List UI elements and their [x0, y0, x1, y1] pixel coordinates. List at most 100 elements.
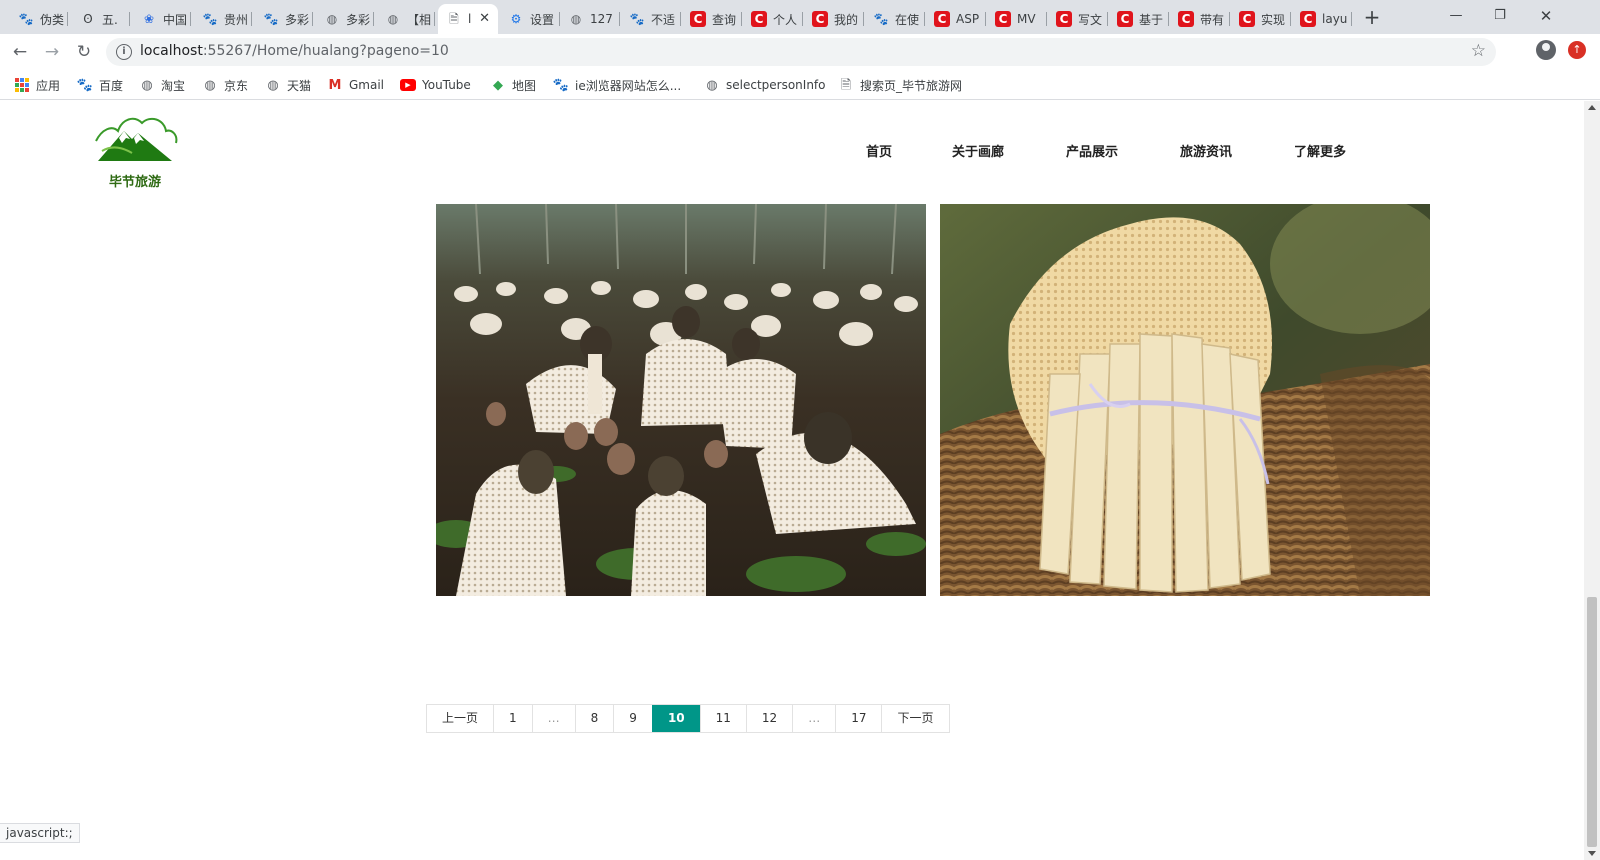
bookmark-item[interactable]: ◍ selectpersonInfo: [704, 76, 825, 94]
csdn-icon: C: [812, 11, 828, 27]
nav-about-gallery[interactable]: 关于画廊: [952, 141, 1004, 160]
browser-tab[interactable]: C layu: [1292, 4, 1352, 34]
restore-icon[interactable]: ❐: [1480, 4, 1520, 28]
bookmark-item[interactable]: ◆ 地图: [490, 76, 536, 94]
browser-tab[interactable]: C 我的: [804, 4, 864, 34]
browser-tab[interactable]: ⚙ 设置: [500, 4, 560, 34]
browser-tab[interactable]: 🐾 在使: [865, 4, 925, 34]
scrollbar-thumb[interactable]: [1587, 597, 1597, 847]
nav-travel-news[interactable]: 旅游资讯: [1180, 141, 1232, 160]
tab-title: 127: [590, 12, 613, 26]
browser-tab[interactable]: ◍ 多彩: [316, 4, 374, 34]
pagination-page-11[interactable]: 11: [699, 705, 746, 732]
globe-icon: ◍: [267, 77, 279, 93]
bookmark-label: 天猫: [287, 78, 312, 93]
browser-tab[interactable]: 🐾 伪类: [10, 4, 68, 34]
close-tab-icon[interactable]: ✕: [479, 11, 490, 26]
tab-title: l: [468, 12, 472, 26]
pagination-page-1[interactable]: 1: [493, 705, 532, 732]
update-arrow-icon[interactable]: ↑: [1568, 41, 1586, 59]
browser-tab[interactable]: C ASP: [926, 4, 986, 34]
tab-title: 多彩: [285, 12, 310, 27]
paw-icon: 🐾: [263, 12, 279, 26]
csdn-icon: C: [751, 11, 767, 27]
pagination-page-12[interactable]: 12: [745, 705, 792, 732]
browser-tab[interactable]: C 带有: [1170, 4, 1230, 34]
browser-tab[interactable]: C 写文: [1048, 4, 1108, 34]
bookmark-item[interactable]: M Gmail: [327, 76, 384, 94]
scroll-up-arrow-icon[interactable]: [1588, 105, 1596, 110]
tab-title: 在使: [895, 12, 920, 27]
bookmark-label: 淘宝: [161, 78, 186, 93]
nav-learn-more[interactable]: 了解更多: [1294, 141, 1346, 160]
browser-tab-active[interactable]: 🗎 l ✕: [438, 4, 498, 34]
site-logo[interactable]: 毕节旅游: [92, 111, 178, 191]
bookmark-item[interactable]: 应用: [14, 76, 60, 94]
bookmark-label: 搜索页_毕节旅游网: [860, 78, 963, 93]
csdn-icon: C: [1239, 11, 1255, 27]
paw-icon: 🐾: [18, 12, 34, 26]
browser-tab[interactable]: 🐾 贵州: [194, 4, 252, 34]
browser-tab[interactable]: C 基于: [1109, 4, 1169, 34]
bookmark-item[interactable]: ▶ YouTube: [400, 76, 471, 94]
bookmark-label: 京东: [224, 78, 249, 93]
browser-tab[interactable]: 🐾 不适: [621, 4, 681, 34]
bookmark-item[interactable]: ◍ 京东: [202, 76, 248, 94]
browser-toolbar: ← → ↻ i localhost:55267/Home/hualang?pag…: [0, 34, 1600, 70]
bookmark-item[interactable]: 🗎 搜索页_毕节旅游网: [838, 76, 962, 94]
browser-tab[interactable]: C 查询: [682, 4, 742, 34]
new-tab-plus-icon[interactable]: +: [1362, 6, 1382, 28]
forward-arrow-icon[interactable]: →: [40, 40, 64, 64]
paw-icon: 🐾: [202, 12, 218, 26]
nav-home[interactable]: 首页: [866, 141, 892, 160]
browser-tab[interactable]: 🐾 多彩: [255, 4, 313, 34]
bookmark-item[interactable]: 🐾 ie浏览器网站怎么...: [553, 76, 681, 94]
bookmark-item[interactable]: ◍ 天猫: [265, 76, 311, 94]
pagination-page-9[interactable]: 9: [613, 705, 652, 732]
pagination-page-17[interactable]: 17: [835, 705, 881, 732]
reload-icon[interactable]: ↻: [72, 40, 96, 64]
address-bar[interactable]: i localhost:55267/Home/hualang?pageno=10…: [106, 38, 1496, 66]
back-arrow-icon[interactable]: ←: [8, 40, 32, 64]
bamboo-fungus-basket-image: [940, 204, 1430, 596]
mountain-logo-icon: [95, 117, 178, 161]
tab-title: MV: [1017, 12, 1036, 26]
nav-products[interactable]: 产品展示: [1066, 141, 1118, 160]
scroll-down-arrow-icon[interactable]: [1588, 851, 1596, 856]
globe-icon: ◍: [141, 77, 153, 93]
bookmark-label: 百度: [99, 78, 124, 93]
tab-title: 伪类: [40, 12, 65, 27]
logo-text: 毕节旅游: [108, 175, 161, 190]
tab-strip: 🐾 伪类 ʘ 五. ❀ 中国 🐾 贵州 🐾 多彩 ◍ 多彩 ◍ 【相 🗎 l ✕…: [0, 0, 1600, 34]
browser-tab[interactable]: ◍ 127: [560, 4, 620, 34]
browser-tab[interactable]: C 实现: [1231, 4, 1291, 34]
pagination: 上一页 1 … 8 9 10 11 12 … 17 下一页: [426, 704, 950, 733]
url-text[interactable]: localhost:55267/Home/hualang?pageno=10: [140, 43, 449, 59]
page-viewport: 毕节旅游 首页 关于画廊 产品展示 旅游资讯 了解更多 上一页 1 … 8 9 …: [0, 101, 1584, 860]
bookmark-item[interactable]: ◍ 淘宝: [139, 76, 185, 94]
browser-tab[interactable]: C 个人: [743, 4, 803, 34]
csdn-icon: C: [690, 11, 706, 27]
minimize-icon[interactable]: —: [1436, 4, 1476, 28]
bookmark-star-icon[interactable]: ☆: [1471, 41, 1486, 61]
close-window-icon[interactable]: ✕: [1526, 4, 1566, 28]
bamboo-fungus-field-photo[interactable]: [436, 204, 926, 596]
site-info-icon[interactable]: i: [116, 44, 132, 60]
csdn-icon: C: [995, 11, 1011, 27]
paw-outline-icon: ❀: [143, 12, 155, 26]
browser-tab[interactable]: ʘ 五.: [72, 4, 130, 34]
globe-icon: ◍: [570, 12, 582, 26]
browser-tab[interactable]: ◍ 【相: [377, 4, 435, 34]
page-scrollbar[interactable]: [1584, 101, 1600, 860]
tab-title: ASP: [956, 12, 980, 26]
bookmark-item[interactable]: 🐾 百度: [77, 76, 123, 94]
browser-tab[interactable]: C MV: [987, 4, 1047, 34]
bamboo-fungus-basket-photo[interactable]: [940, 204, 1430, 596]
pagination-prev-button[interactable]: 上一页: [427, 705, 493, 732]
profile-avatar-icon[interactable]: [1536, 40, 1556, 60]
url-host: localhost: [140, 43, 203, 59]
maps-icon: ◆: [493, 77, 503, 93]
pagination-page-8[interactable]: 8: [574, 705, 614, 732]
pagination-next-button[interactable]: 下一页: [881, 705, 948, 732]
browser-tab[interactable]: ❀ 中国: [133, 4, 191, 34]
